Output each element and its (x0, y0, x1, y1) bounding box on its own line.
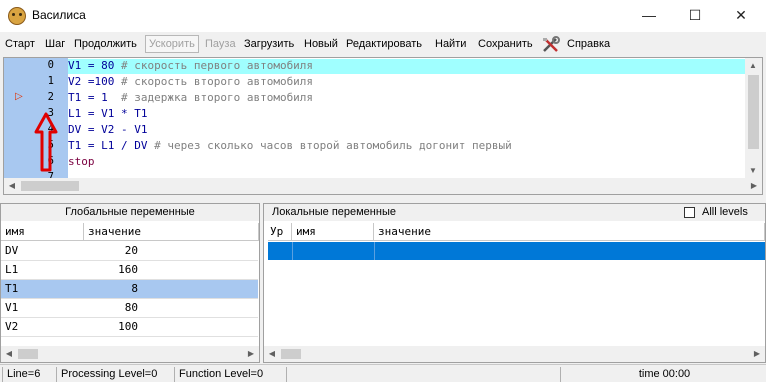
variable-value: 100 (118, 320, 138, 333)
status-empty-panel (286, 367, 558, 382)
code-line[interactable]: stop (68, 154, 95, 170)
status-bar: Line=6 Processing Level=0 Function Level… (0, 364, 766, 382)
variable-name: DV (5, 244, 19, 257)
code-token: T1 (68, 91, 82, 104)
scroll-down-icon[interactable]: ▼ (745, 163, 761, 179)
globals-row[interactable]: T1 8 (1, 280, 258, 299)
code-token: V1 (68, 59, 82, 72)
scroll-thumb[interactable] (21, 181, 79, 191)
menu-save[interactable]: Сохранить (478, 38, 533, 50)
globals-col-name[interactable]: имя (1, 223, 84, 241)
code-line[interactable]: DV = V2 - V1 (68, 122, 147, 138)
status-line: Line=6 (2, 367, 54, 382)
menu-continue[interactable]: Продолжить (74, 38, 137, 50)
scroll-thumb[interactable] (281, 349, 301, 359)
globals-row[interactable]: V1 80 (1, 299, 258, 318)
all-levels-checkbox[interactable] (684, 207, 695, 218)
code-token: T1 = L1 / DV (68, 139, 155, 152)
code-token: DV = V2 - V1 (68, 123, 148, 136)
status-processing-level: Processing Level=0 (56, 367, 172, 382)
menu-help[interactable]: Справка (567, 38, 610, 50)
code-line[interactable]: T1 = 1 # задержка второго автомобиля (68, 90, 313, 106)
close-button[interactable]: ✕ (718, 0, 764, 30)
locals-col-value[interactable]: значение (374, 223, 765, 241)
code-line[interactable]: L1 = V1 * T1 (68, 106, 147, 122)
title-bar: Василиса — ☐ ✕ (0, 0, 766, 32)
variable-name: T1 (5, 282, 19, 295)
locals-panel: Локальные переменные Alll levels Ур имя … (263, 203, 766, 363)
globals-panel: Глобальные переменные имя значение DV 20 L… (0, 203, 260, 363)
variable-value: 160 (118, 263, 138, 276)
variable-value: 80 (124, 301, 138, 314)
code-comment: # скорость второго автомобиля (121, 75, 314, 88)
locals-col-name[interactable]: имя (292, 223, 374, 241)
globals-horizontal-scrollbar[interactable]: ◀ ▶ (1, 346, 259, 362)
menu-step[interactable]: Шаг (45, 38, 65, 50)
locals-col-level[interactable]: Ур (268, 223, 292, 241)
menu-load[interactable]: Загрузить (244, 38, 294, 50)
variable-name: L1 (5, 263, 19, 276)
menu-bar: Старт Шаг Продолжить Ускорить Пауза Загр… (0, 34, 766, 56)
globals-col-value[interactable]: значение (84, 223, 259, 241)
variable-value: 8 (131, 282, 138, 295)
scroll-right-icon[interactable]: ▶ (749, 346, 765, 362)
scroll-left-icon[interactable]: ◀ (4, 178, 20, 194)
code-token: =100 (81, 75, 121, 88)
variable-name: V2 (5, 320, 19, 333)
code-comment: # скорость первого автомобиля (121, 59, 314, 72)
variable-value: 20 (124, 244, 138, 257)
window-title: Василиса (32, 8, 86, 22)
scroll-thumb[interactable] (18, 349, 38, 359)
status-time: time 00:00 (560, 367, 764, 382)
globals-title: Глобальные переменные (1, 204, 259, 221)
menu-edit[interactable]: Редактировать (346, 38, 422, 50)
globals-row[interactable]: L1 160 (1, 261, 258, 280)
line-number: 1 (47, 75, 54, 87)
menu-find[interactable]: Найти (435, 38, 466, 50)
globals-row[interactable]: V2 100 (1, 318, 258, 337)
menu-pause[interactable]: Пауза (205, 38, 236, 50)
code-token: stop (68, 155, 95, 168)
locals-selected-row[interactable] (268, 242, 765, 260)
scroll-left-icon[interactable]: ◀ (264, 346, 280, 362)
code-line[interactable]: V2 =100 # скорость второго автомобиля (68, 74, 313, 90)
minimize-button[interactable]: — (626, 0, 672, 30)
maximize-button[interactable]: ☐ (672, 0, 718, 30)
code-token: L1 = V1 * T1 (68, 107, 148, 120)
code-line[interactable]: V1 = 80 # скорость первого автомобиля (68, 58, 313, 74)
globals-row[interactable]: DV 20 (1, 242, 258, 261)
menu-new[interactable]: Новый (304, 38, 338, 50)
code-line[interactable]: T1 = L1 / DV # через сколько часов второ… (68, 138, 512, 154)
all-levels-label: Alll levels (702, 206, 748, 218)
red-arrow-annotation (34, 112, 58, 172)
code-comment: # задержка второго автомобиля (121, 91, 314, 104)
scroll-right-icon[interactable]: ▶ (746, 178, 762, 194)
scroll-up-icon[interactable]: ▲ (745, 58, 761, 74)
code-editor[interactable]: V1 = 80 # скорость первого автомобиля V2 … (3, 57, 763, 195)
line-number: 2 (47, 91, 54, 103)
scroll-thumb[interactable] (748, 75, 759, 149)
line-number: 0 (47, 59, 54, 71)
editor-horizontal-scrollbar[interactable]: ◀ ▶ (4, 178, 762, 194)
app-icon (8, 7, 26, 25)
status-function-level: Function Level=0 (174, 367, 284, 382)
scroll-right-icon[interactable]: ▶ (243, 346, 259, 362)
code-comment: # через сколько часов второй автомобиль … (154, 139, 512, 152)
editor-vertical-scrollbar[interactable]: ▲ ▼ (745, 58, 762, 179)
menu-start[interactable]: Старт (5, 38, 35, 50)
code-token: V2 (68, 75, 82, 88)
locals-horizontal-scrollbar[interactable]: ◀ ▶ (264, 346, 765, 362)
breakpoint-icon[interactable]: ▷ (15, 91, 23, 102)
code-token: = 1 (81, 91, 121, 104)
tools-icon[interactable] (541, 36, 561, 54)
variable-name: V1 (5, 301, 19, 314)
menu-speed[interactable]: Ускорить (145, 35, 199, 53)
code-token: = 80 (81, 59, 121, 72)
scroll-left-icon[interactable]: ◀ (1, 346, 17, 362)
